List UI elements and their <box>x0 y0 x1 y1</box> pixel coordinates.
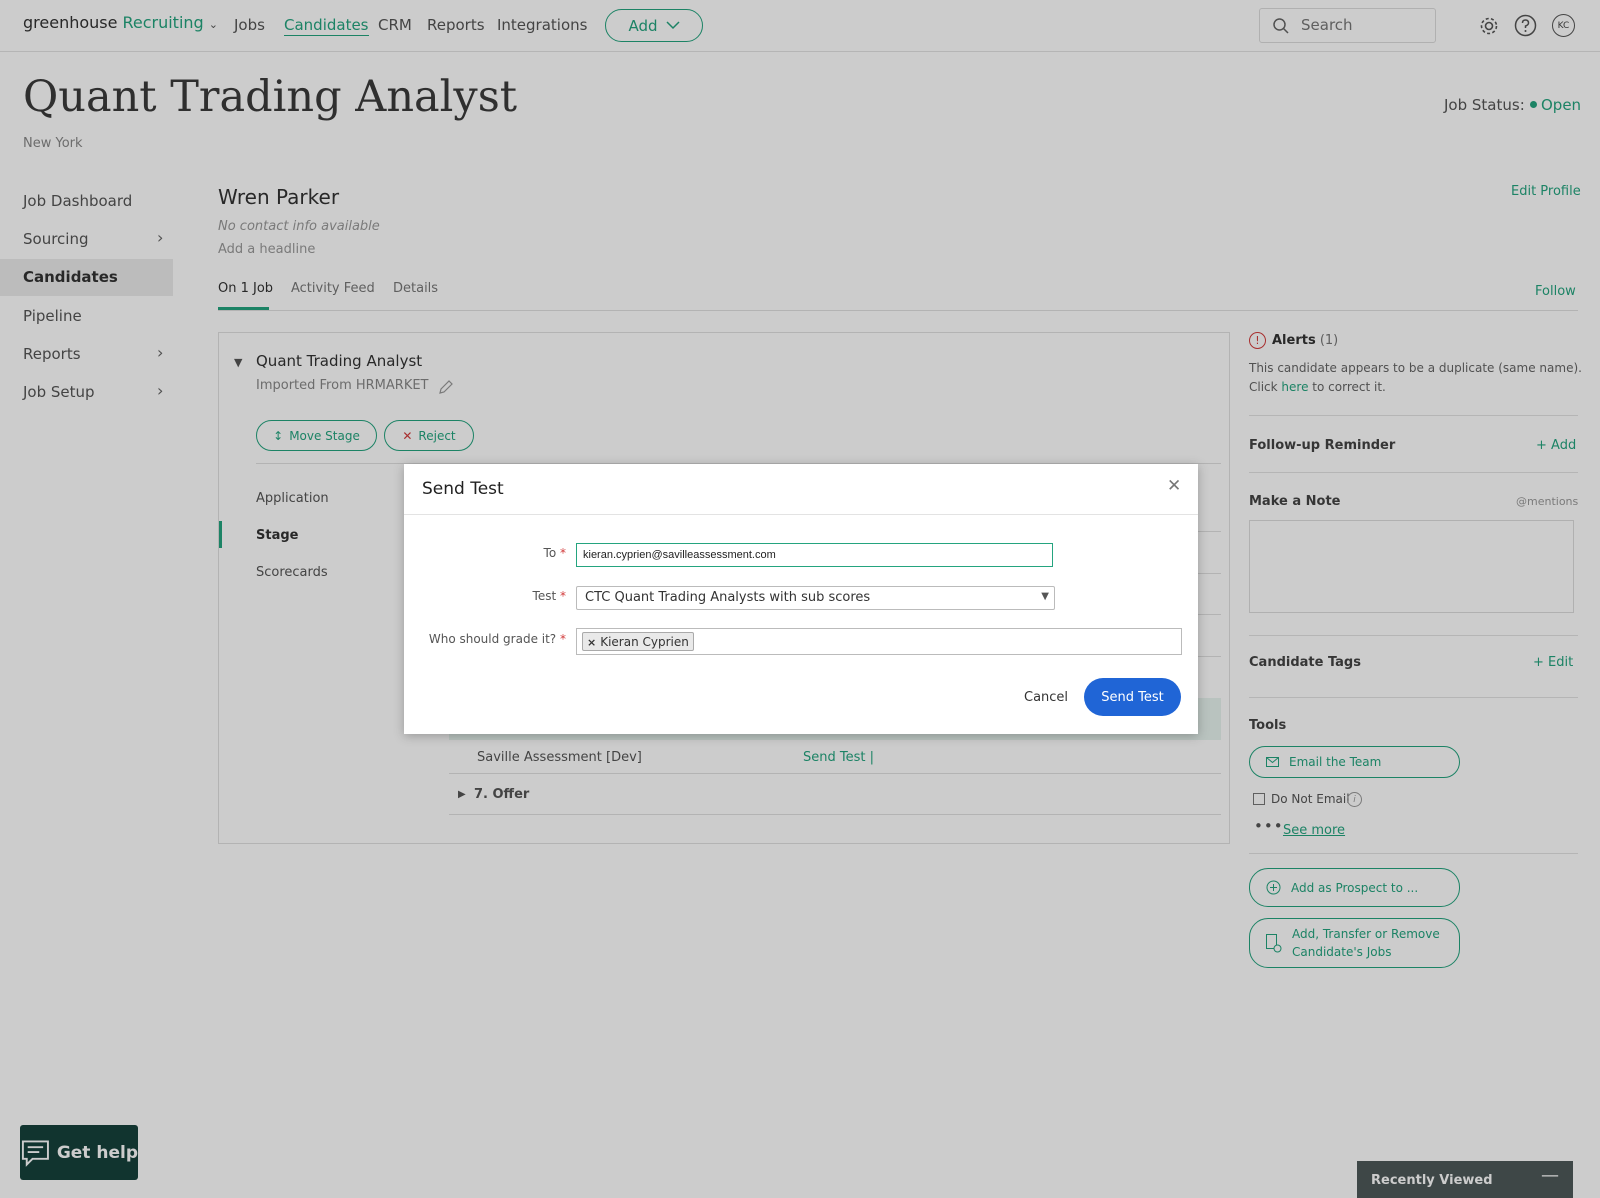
test-label: Test * <box>404 589 566 603</box>
modal-header: Send Test ✕ <box>404 464 1198 515</box>
required-marker: * <box>560 546 566 560</box>
grader-tag: × Kieran Cyprien <box>582 632 694 651</box>
to-email-field[interactable] <box>576 543 1053 567</box>
modal-title: Send Test <box>422 479 504 499</box>
test-select-value: CTC Quant Trading Analysts with sub scor… <box>585 590 871 605</box>
test-label-text: Test <box>532 589 557 603</box>
page: greenhouse Recruiting ⌄ Jobs Candidates CR… <box>0 0 1600 1198</box>
grader-label-text: Who should grade it? <box>428 632 557 646</box>
send-test-modal: Send Test ✕ To * Test * CTC Quant Tradin… <box>404 464 1198 734</box>
close-icon[interactable]: ✕ <box>1167 476 1181 496</box>
grader-label: Who should grade it? * <box>404 632 566 646</box>
grader-tag-label: Kieran Cyprien <box>600 635 689 649</box>
grader-multiselect[interactable]: × Kieran Cyprien <box>576 628 1182 655</box>
cancel-button[interactable]: Cancel <box>1024 690 1068 705</box>
test-select[interactable]: CTC Quant Trading Analysts with sub scor… <box>576 586 1055 610</box>
to-label-text: To <box>543 546 557 560</box>
send-test-button[interactable]: Send Test <box>1084 678 1181 716</box>
remove-tag-icon[interactable]: × <box>587 636 596 649</box>
to-label: To * <box>404 546 566 560</box>
required-marker: * <box>560 632 566 646</box>
required-marker: * <box>560 589 566 603</box>
dropdown-arrow-icon: ▼ <box>1041 591 1049 602</box>
